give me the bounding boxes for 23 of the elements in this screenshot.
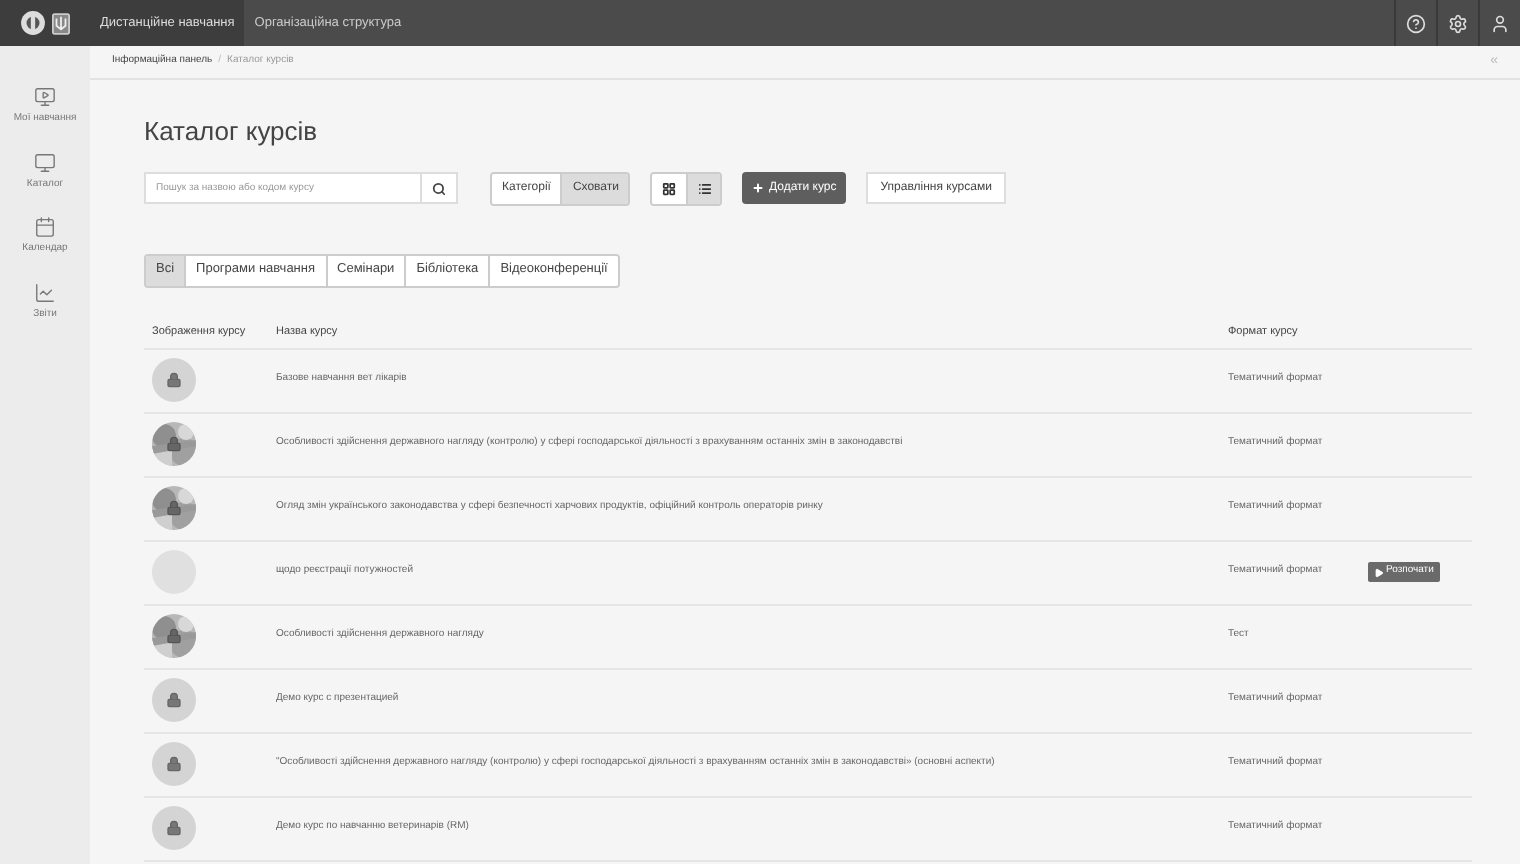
- view-toggle[interactable]: [686, 173, 721, 203]
- user-icon[interactable]: [1490, 13, 1510, 33]
- view-toggle[interactable]: [652, 173, 687, 203]
- chart-icon: [34, 281, 56, 303]
- list-icon: [697, 181, 712, 195]
- lock-icon: [166, 756, 182, 772]
- plus-icon: [752, 182, 765, 194]
- calendar-icon: [33, 216, 56, 238]
- lock-icon: [166, 500, 182, 516]
- lock-icon: [166, 372, 182, 388]
- help-icon[interactable]: [1406, 13, 1426, 33]
- settings-icon[interactable]: [1448, 13, 1468, 33]
- search-icon[interactable]: [432, 181, 446, 195]
- page-title: Каталог курсів: [144, 114, 320, 150]
- logo-icon: [20, 10, 46, 36]
- play-icon: [1374, 567, 1384, 577]
- lock-icon: [166, 436, 182, 452]
- emblem-icon: [52, 11, 70, 35]
- grid-icon: [662, 181, 677, 195]
- lock-icon: [166, 820, 182, 836]
- lock-icon: [166, 692, 182, 708]
- video-icon: [34, 86, 56, 108]
- lock-icon: [166, 628, 182, 644]
